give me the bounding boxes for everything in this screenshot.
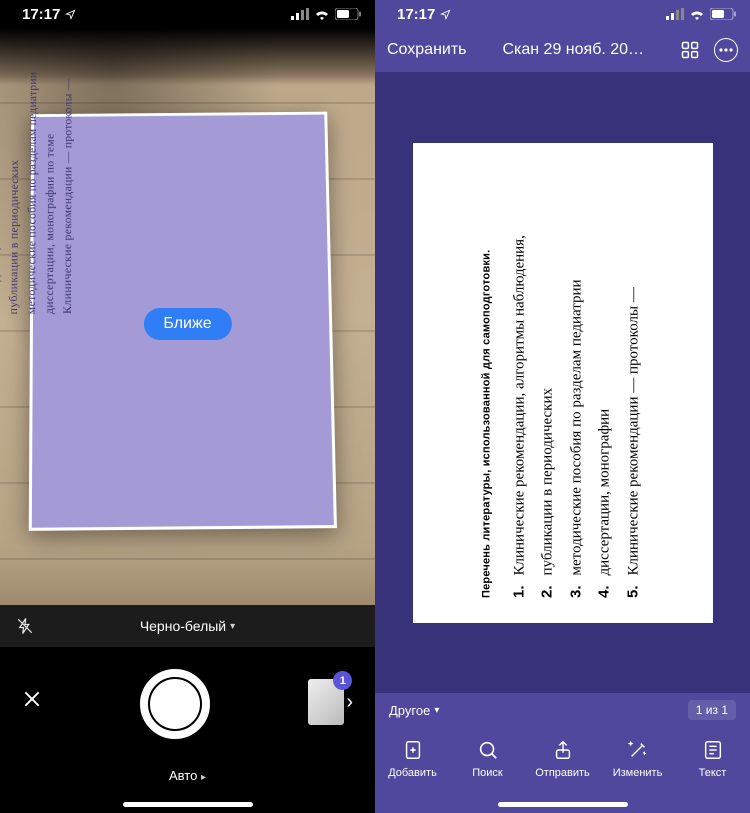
- scan-line: 5.Клинические рекомендации — протоколы —: [620, 168, 647, 598]
- paper-line: диссертации, монографии по теме: [40, 62, 59, 315]
- add-page-icon: [402, 739, 424, 761]
- status-bar: 17:17: [375, 0, 750, 28]
- location-icon: [65, 9, 76, 20]
- status-bar: 17:17: [0, 0, 375, 28]
- chevron-down-icon: ▾: [230, 621, 235, 632]
- edit-button[interactable]: Изменить: [605, 739, 671, 779]
- page-indicator: 1 из 1: [688, 700, 736, 720]
- scan-line: 4.диссертации, монографии: [591, 168, 618, 598]
- add-page-button[interactable]: Добавить: [380, 739, 446, 779]
- chevron-down-icon: ▾: [434, 705, 439, 716]
- battery-icon: [710, 8, 736, 20]
- share-icon: [552, 739, 574, 761]
- scan-line: 1.Клинические рекомендации, алгоритмы на…: [506, 168, 533, 598]
- cellular-signal-icon: [666, 8, 684, 20]
- tool-label: Изменить: [613, 767, 663, 779]
- scan-page[interactable]: Перечень литературы, использованной для …: [413, 143, 713, 623]
- preview-footer: Другое ▾ 1 из 1: [375, 693, 750, 727]
- ocr-text-button[interactable]: Текст: [680, 739, 746, 779]
- status-time: 17:17: [22, 6, 60, 23]
- text-ocr-icon: [702, 739, 724, 761]
- camera-controls: 1 › Авто ▸: [0, 647, 375, 813]
- capture-mode-selector[interactable]: Авто ▸: [0, 768, 375, 783]
- paper-line: публикации в периодических: [4, 62, 24, 315]
- scan-thumbnails[interactable]: 1 ›: [308, 679, 353, 725]
- paper-line: методические пособия по разделам педиатр…: [22, 62, 41, 315]
- close-icon: [22, 689, 42, 709]
- grid-view-button[interactable]: [680, 40, 700, 60]
- location-icon: [440, 9, 451, 20]
- scan-line: 3.методические пособия по разделам педиа…: [563, 168, 590, 598]
- filter-bar: Черно-белый ▾: [0, 605, 375, 647]
- tool-label: Поиск: [472, 767, 502, 779]
- scanner-camera-screen: 17:17 Перечень литературы, использованно…: [0, 0, 375, 813]
- chevron-right-icon: ▸: [201, 772, 206, 783]
- magic-wand-icon: [627, 739, 649, 761]
- close-button[interactable]: [22, 689, 42, 709]
- save-button[interactable]: Сохранить: [387, 41, 467, 59]
- category-label: Другое: [389, 703, 430, 718]
- capture-mode-label: Авто: [169, 768, 197, 783]
- more-options-button[interactable]: [714, 38, 738, 62]
- search-icon: [477, 739, 499, 761]
- flash-toggle[interactable]: [16, 616, 34, 636]
- bottom-toolbar: Добавить Поиск Отправить Изменить Текст: [375, 727, 750, 813]
- tool-label: Отправить: [535, 767, 590, 779]
- scan-editor-screen: 17:17 Сохранить Скан 29 нояб. 20… Перече…: [375, 0, 750, 813]
- color-filter-selector[interactable]: Черно-белый ▾: [140, 618, 235, 634]
- last-scan-thumbnail[interactable]: 1: [308, 679, 344, 725]
- scan-line: 2.публикации в периодических: [534, 168, 561, 598]
- distance-hint: Ближе: [143, 308, 231, 340]
- search-button[interactable]: Поиск: [455, 739, 521, 779]
- ellipsis-icon: [719, 48, 733, 52]
- wifi-icon: [314, 8, 330, 20]
- cellular-signal-icon: [291, 8, 309, 20]
- status-time: 17:17: [397, 6, 435, 23]
- scan-preview-area[interactable]: Перечень литературы, использованной для …: [375, 72, 750, 693]
- tool-label: Добавить: [388, 767, 437, 779]
- wifi-icon: [689, 8, 705, 20]
- grid-icon: [680, 40, 700, 60]
- home-indicator[interactable]: [498, 802, 628, 807]
- category-selector[interactable]: Другое ▾: [389, 703, 439, 718]
- share-button[interactable]: Отправить: [530, 739, 596, 779]
- editor-header: Сохранить Скан 29 нояб. 20…: [375, 28, 750, 72]
- document-title[interactable]: Скан 29 нояб. 20…: [502, 41, 644, 59]
- filter-label-text: Черно-белый: [140, 618, 226, 634]
- scan-count-badge: 1: [333, 671, 352, 690]
- shutter-button[interactable]: [140, 669, 210, 739]
- battery-icon: [335, 8, 361, 20]
- tool-label: Текст: [699, 767, 727, 779]
- paper-line: Клинические рекомендации — протоколы —: [58, 61, 76, 314]
- scan-heading: Перечень литературы, использованной для …: [477, 168, 496, 598]
- chevron-right-icon: ›: [346, 691, 353, 714]
- camera-viewfinder[interactable]: Перечень литературы, использованной для …: [0, 28, 375, 605]
- flash-off-icon: [16, 616, 34, 636]
- home-indicator[interactable]: [123, 802, 253, 807]
